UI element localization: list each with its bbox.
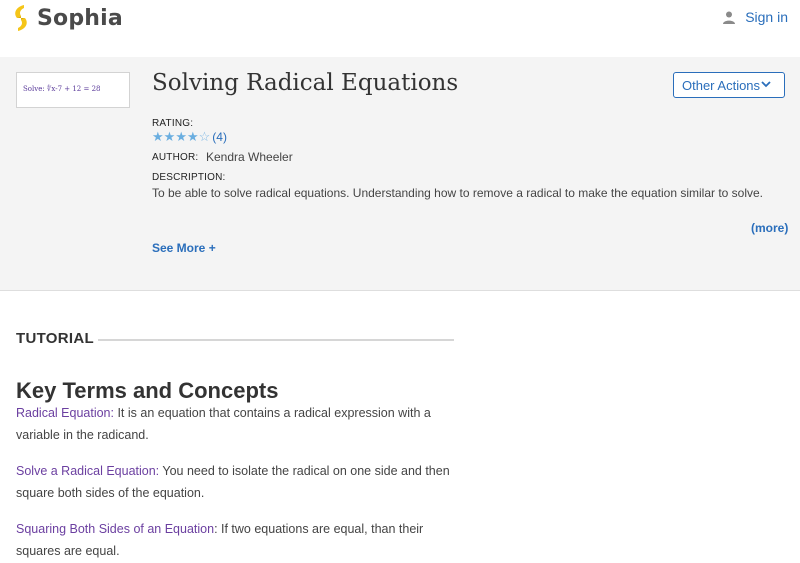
term-item: Solve a Radical Equation: You need to is…: [16, 460, 456, 504]
sophia-logo[interactable]: Sophia: [10, 4, 123, 32]
term-name: Solve a Radical Equation:: [16, 464, 160, 478]
author-name[interactable]: Kendra Wheeler: [206, 150, 293, 164]
sign-in-label: Sign in: [745, 9, 788, 25]
other-actions-label: Other Actions: [682, 77, 761, 93]
brand-name: Sophia: [37, 5, 123, 31]
rating-stars[interactable]: ★ ★ ★ ★ ☆ (4): [152, 129, 227, 145]
other-actions-button[interactable]: Other Actions: [673, 72, 785, 98]
rating-count: (4): [212, 130, 227, 144]
sign-in-link[interactable]: Sign in: [723, 9, 788, 25]
star-filled-icon: ★: [163, 129, 176, 144]
top-bar: Sophia Sign in: [0, 0, 800, 40]
section-title: Key Terms and Concepts: [16, 378, 279, 403]
description-text: To be able to solve radical equations. U…: [152, 186, 764, 200]
description-label: DESCRIPTION:: [152, 172, 226, 183]
tutorial-heading: TUTORIAL: [16, 330, 94, 347]
rating-label: RATING:: [152, 118, 194, 129]
star-empty-icon: ☆: [198, 129, 211, 144]
chevron-down-icon: [761, 81, 771, 88]
term-name: Radical Equation:: [16, 406, 114, 420]
lesson-thumbnail: Solve: ∜x-7 + 12 = 28: [16, 72, 130, 108]
thumbnail-equation: Solve: ∜x-7 + 12 = 28: [23, 85, 101, 93]
see-more-link[interactable]: See More +: [152, 241, 216, 255]
term-item: Radical Equation: It is an equation that…: [16, 402, 456, 446]
star-filled-icon: ★: [186, 129, 199, 144]
sophia-logo-icon: [15, 5, 27, 31]
user-icon: [723, 11, 736, 24]
term-name: Squaring Both Sides of an Equation: [16, 522, 215, 536]
star-filled-icon: ★: [152, 129, 164, 144]
more-link[interactable]: (more): [751, 221, 788, 235]
star-filled-icon: ★: [175, 129, 187, 144]
page-title: Solving Radical Equations: [152, 70, 459, 96]
term-item: Squaring Both Sides of an Equation: If t…: [16, 518, 456, 562]
tutorial-divider: [98, 339, 454, 341]
author-label: AUTHOR:: [152, 152, 199, 163]
